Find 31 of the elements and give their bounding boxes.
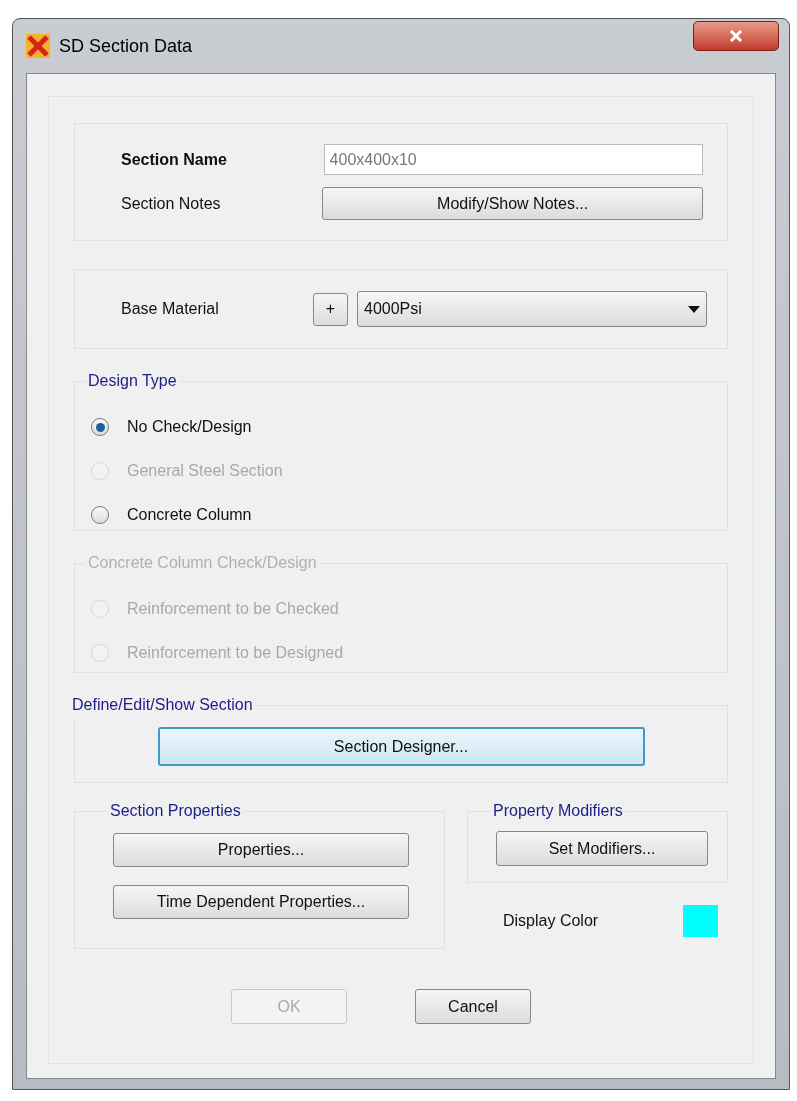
section-name-field[interactable]: 400x400x10 xyxy=(323,144,703,175)
group-label: Property Modifiers xyxy=(492,801,624,821)
dropdown-arrow-icon xyxy=(688,305,700,313)
group-label: Concrete Column Check/Design xyxy=(87,553,318,573)
group-label: Design Type xyxy=(87,371,178,391)
radio-label: Reinforcement to be Designed xyxy=(127,643,344,663)
set-modifiers-button[interactable]: Set Modifiers... xyxy=(496,831,708,866)
material-dropdown[interactable]: 4000Psi xyxy=(357,291,707,327)
dialog-button[interactable]: Cancel xyxy=(415,989,531,1024)
field-label: Base Material xyxy=(121,299,220,319)
group-label: Section Properties xyxy=(109,801,242,821)
close-icon xyxy=(729,30,743,42)
radio-label: Concrete Column xyxy=(127,505,252,525)
group-label: Define/Edit/Show Section xyxy=(71,695,254,715)
window-title: SD Section Data xyxy=(59,34,193,58)
color-swatch[interactable] xyxy=(683,905,718,937)
section-designer-button[interactable]: Section Designer... xyxy=(157,727,645,766)
radio-button[interactable] xyxy=(91,418,109,436)
properties-button[interactable]: Properties... xyxy=(113,833,409,867)
radio-button[interactable] xyxy=(91,506,109,524)
close-button[interactable] xyxy=(693,21,779,51)
radio-label: General Steel Section xyxy=(127,461,283,481)
app-logo-icon xyxy=(25,33,51,59)
field-label: Section Notes xyxy=(121,193,222,214)
notes-button[interactable]: Modify/Show Notes... xyxy=(322,187,703,220)
field-label: Display Color xyxy=(503,911,600,931)
radio-label: Reinforcement to be Checked xyxy=(127,599,339,619)
properties-button[interactable]: Time Dependent Properties... xyxy=(113,885,409,919)
radio-label: No Check/Design xyxy=(127,417,252,437)
field-label: Section Name xyxy=(121,149,228,170)
add-button[interactable]: + xyxy=(313,292,348,326)
